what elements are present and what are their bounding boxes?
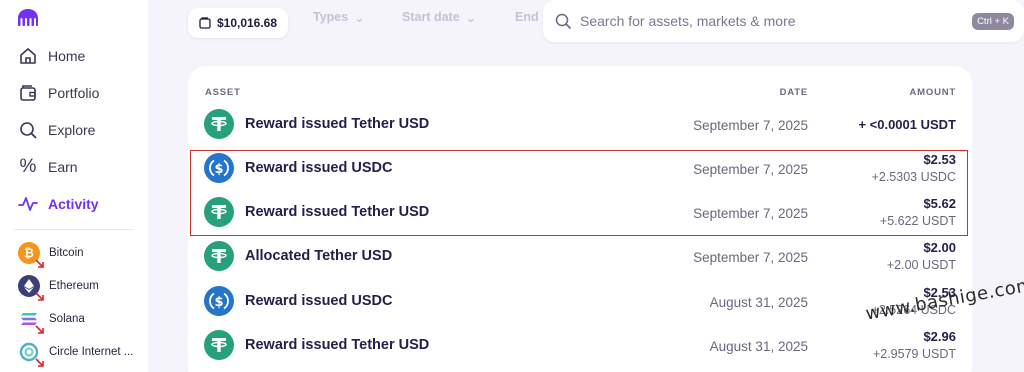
filter-end-date-label: End xyxy=(515,10,539,24)
nav-portfolio-label: Portfolio xyxy=(48,85,100,101)
table-row[interactable]: Allocated Tether USD September 7, 2025 $2.… xyxy=(188,235,972,279)
row-amount: + <0.0001 USDT xyxy=(858,117,956,132)
sidebar-asset-ethereum[interactable]: Ethereum xyxy=(18,274,99,301)
percent-icon: % xyxy=(19,156,37,177)
search-placeholder: Search for assets, markets & more xyxy=(580,13,796,29)
home-icon xyxy=(18,46,38,66)
nav-explore-label: Explore xyxy=(48,122,96,138)
column-header-date: DATE xyxy=(779,87,808,98)
table-row[interactable]: $ Reward issued USDC August 31, 2025 $2.53 +… xyxy=(188,280,972,324)
row-title: Reward issued Tether USD xyxy=(245,116,430,132)
row-date: August 31, 2025 xyxy=(709,339,808,354)
nav-activity[interactable]: Activity xyxy=(18,193,99,215)
row-amount-crypto: +2.00 USDT xyxy=(886,258,956,272)
balance-value: $10,016.68 xyxy=(216,16,278,30)
filter-types[interactable]: Types ⌄ xyxy=(313,10,365,25)
sidebar-asset-circle[interactable]: Circle Internet ... xyxy=(18,340,134,367)
sidebar-asset-solana[interactable]: Solana xyxy=(18,307,85,334)
nav-earn[interactable]: % Earn xyxy=(18,156,78,178)
nav-home-label: Home xyxy=(48,48,86,64)
sidebar: Home Portfolio Explore % Earn Activity ₿… xyxy=(0,0,148,372)
search-icon xyxy=(555,13,571,29)
svg-text:$: $ xyxy=(214,295,223,310)
row-date: September 7, 2025 xyxy=(693,250,808,265)
table-row[interactable]: Reward issued Tether USD August 31, 2025 $… xyxy=(188,324,972,368)
tether-icon xyxy=(204,109,234,139)
column-header-asset: ASSET xyxy=(205,87,241,98)
activity-icon xyxy=(18,194,38,214)
sidebar-asset-label: Solana xyxy=(49,313,85,325)
solana-icon xyxy=(18,308,44,334)
filter-types-label: Types xyxy=(313,10,349,24)
ethereum-icon xyxy=(18,275,44,301)
sidebar-asset-label: Ethereum xyxy=(49,280,99,292)
row-date: August 31, 2025 xyxy=(709,295,808,310)
nav-portfolio[interactable]: Portfolio xyxy=(18,82,99,104)
sidebar-asset-label: Circle Internet ... xyxy=(49,346,134,358)
row-title: Reward issued Tether USD xyxy=(245,337,430,353)
nav-home[interactable]: Home xyxy=(18,45,85,67)
search-bar[interactable]: Search for assets, markets & more Ctrl +… xyxy=(543,0,1024,42)
row-amount-crypto: +2.9579 USDT xyxy=(872,347,956,361)
sidebar-divider xyxy=(14,229,134,230)
row-title: Reward issued USDC xyxy=(245,293,393,309)
chevron-down-icon: ⌄ xyxy=(465,10,477,25)
tether-icon xyxy=(204,330,234,360)
circle-icon xyxy=(18,341,44,367)
row-date: September 7, 2025 xyxy=(693,118,808,133)
nav-earn-label: Earn xyxy=(48,159,78,175)
shortcut-badge: Ctrl + K xyxy=(972,12,1014,30)
table-row[interactable]: Reward issued Tether USD September 7, 202… xyxy=(188,103,972,147)
nav-activity-label: Activity xyxy=(48,196,99,212)
sidebar-asset-label: Bitcoin xyxy=(49,247,84,259)
column-header-amount: AMOUNT xyxy=(909,87,956,98)
portfolio-icon xyxy=(18,83,38,103)
bitcoin-icon: ₿ xyxy=(18,242,44,268)
filter-start-date-label: Start date xyxy=(402,10,460,24)
row-title: Allocated Tether USD xyxy=(245,248,393,264)
filter-start-date[interactable]: Start date ⌄ xyxy=(402,10,477,25)
highlight-box xyxy=(190,150,968,236)
row-amount: $2.00 +2.00 USDT xyxy=(887,240,956,272)
search-icon xyxy=(18,120,38,140)
chevron-down-icon: ⌄ xyxy=(354,10,365,25)
row-amount-value: $2.96 xyxy=(923,329,956,344)
nav-explore[interactable]: Explore xyxy=(18,119,95,141)
usdc-icon: $ xyxy=(204,286,234,316)
row-amount: $2.96 +2.9579 USDT xyxy=(873,329,956,361)
wallet-icon xyxy=(199,17,211,29)
row-amount-value: + <0.0001 USDT xyxy=(858,117,956,132)
tether-icon xyxy=(204,241,234,271)
balance-chip[interactable]: $10,016.68 xyxy=(188,8,288,38)
sidebar-asset-bitcoin[interactable]: ₿ Bitcoin xyxy=(18,241,84,268)
filter-end-date[interactable]: End xyxy=(515,10,539,24)
kraken-logo-icon[interactable] xyxy=(17,8,39,28)
row-amount-value: $2.00 xyxy=(923,240,956,255)
